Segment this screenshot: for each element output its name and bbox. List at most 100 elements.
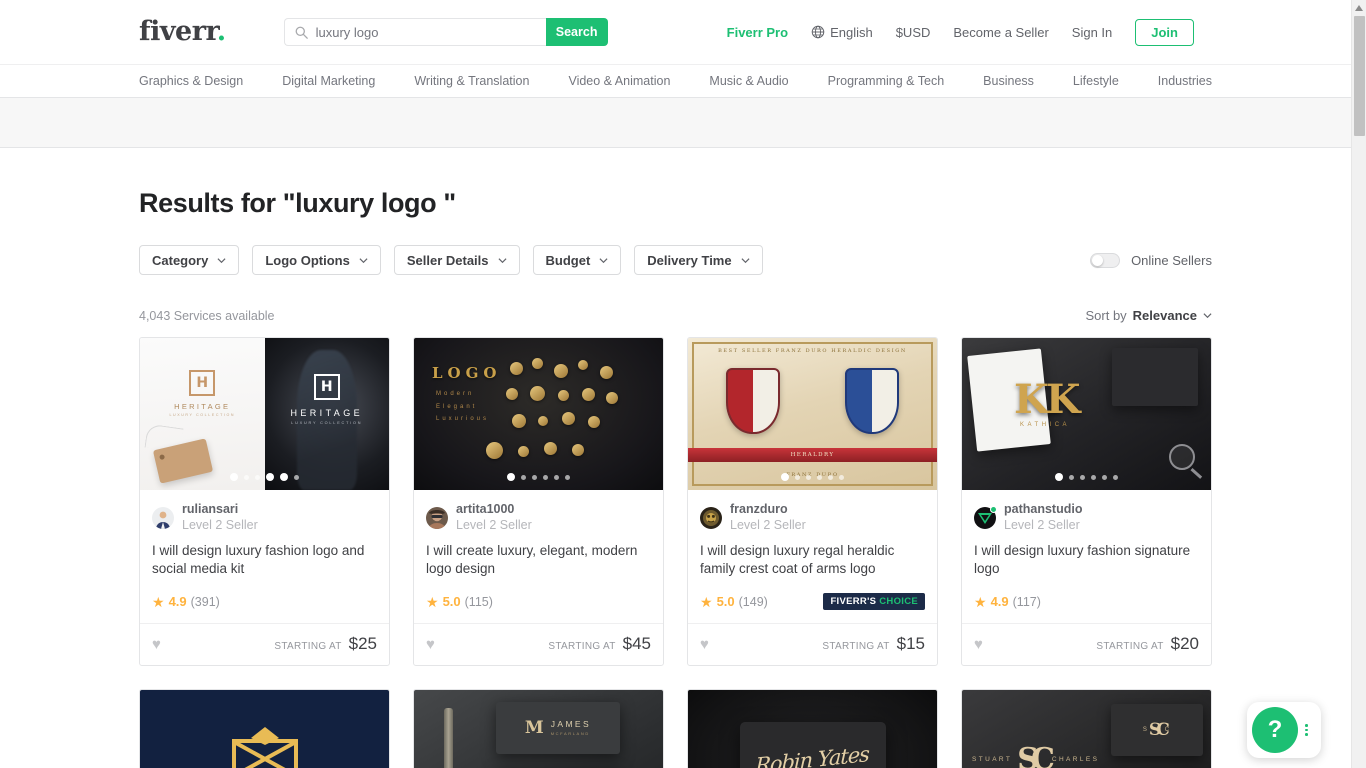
gig-thumbnail[interactable]: Robin Yates GALLERIA <box>688 689 937 768</box>
filter-logo-options[interactable]: Logo Options <box>252 245 381 275</box>
catnav-item-graphics-design[interactable]: Graphics & Design <box>139 74 243 88</box>
carousel-dot[interactable] <box>507 473 515 481</box>
carousel-dot[interactable] <box>294 474 299 480</box>
carousel-dot[interactable] <box>1113 474 1118 480</box>
help-widget: ? <box>1247 702 1321 758</box>
artwork-logo-word: LOGO <box>432 364 502 382</box>
nav-language[interactable]: English <box>811 25 873 40</box>
chevron-down-icon <box>741 257 750 263</box>
scrollbar-thumb[interactable] <box>1354 16 1365 136</box>
catnav-item-video-animation[interactable]: Video & Animation <box>568 74 670 88</box>
carousel-dot[interactable] <box>1102 474 1107 480</box>
carousel-dots[interactable] <box>688 473 937 481</box>
carousel-dot[interactable] <box>280 473 288 481</box>
carousel-dot[interactable] <box>1055 473 1063 481</box>
gig-title[interactable]: I will design luxury fashion logo and so… <box>152 542 377 578</box>
star-icon: ★ <box>700 593 713 610</box>
filter-delivery-time-label: Delivery Time <box>647 252 732 268</box>
catnav-item-lifestyle[interactable]: Lifestyle <box>1073 74 1119 88</box>
carousel-dot[interactable] <box>565 474 570 480</box>
seller-info[interactable]: pathanstudio Level 2 Seller <box>974 502 1199 533</box>
filter-seller-details[interactable]: Seller Details <box>393 245 520 275</box>
carousel-dot[interactable] <box>781 473 789 481</box>
gig-price-group: STARTING AT $20 <box>1096 634 1199 654</box>
gig-thumbnail[interactable]: MIRAGE <box>140 689 389 768</box>
gig-thumbnail[interactable]: BEST SELLER FRANZ DURO HERALDIC DESIGN H… <box>688 338 937 490</box>
carousel-dot[interactable] <box>244 474 249 480</box>
gig-card[interactable]: M JAMES MCFARLAND M <box>413 688 664 768</box>
gig-thumbnail[interactable]: H HERITAGE LUXURY COLLECTION H HERITAGE … <box>140 338 389 490</box>
carousel-dot[interactable] <box>543 474 548 480</box>
catnav-item-industries[interactable]: Industries <box>1158 74 1212 88</box>
gig-card[interactable]: KK KATHICA pathanstudio Level 2 Seller I… <box>961 337 1212 666</box>
gig-thumbnail[interactable]: STUART SC CHARLES S SC C SC <box>962 689 1211 768</box>
carousel-dots[interactable] <box>962 473 1211 481</box>
nav-fiverr-pro[interactable]: Fiverr Pro <box>727 25 788 40</box>
carousel-dots[interactable] <box>140 473 389 481</box>
nav-currency[interactable]: $USD <box>896 25 931 40</box>
favorite-heart-icon[interactable]: ♥ <box>700 637 709 652</box>
gig-footer: ♥ STARTING AT $20 <box>962 622 1211 665</box>
seller-info[interactable]: ruliansari Level 2 Seller <box>152 502 377 533</box>
artwork-brand-name: HERITAGE <box>290 408 364 418</box>
carousel-dot[interactable] <box>828 474 833 480</box>
carousel-dot[interactable] <box>521 474 526 480</box>
catnav-item-digital-marketing[interactable]: Digital Marketing <box>282 74 375 88</box>
mirage-monogram-icon <box>226 725 304 768</box>
carousel-dot[interactable] <box>554 474 559 480</box>
sort-control[interactable]: Sort by Relevance <box>1085 308 1212 323</box>
page-scrollbar[interactable] <box>1351 0 1366 768</box>
carousel-dot[interactable] <box>230 473 238 481</box>
join-button[interactable]: Join <box>1135 18 1194 46</box>
gig-card[interactable]: H HERITAGE LUXURY COLLECTION H HERITAGE … <box>139 337 390 666</box>
gig-footer: ♥ STARTING AT $25 <box>140 622 389 665</box>
search-button[interactable]: Search <box>545 18 608 46</box>
filter-budget[interactable]: Budget <box>532 245 622 275</box>
gig-thumbnail[interactable]: KK KATHICA <box>962 338 1211 490</box>
search-box[interactable] <box>283 18 546 46</box>
catnav-item-writing-translation[interactable]: Writing & Translation <box>414 74 529 88</box>
favorite-heart-icon[interactable]: ♥ <box>974 637 983 652</box>
gig-title[interactable]: I will design luxury fashion signature l… <box>974 542 1199 578</box>
carousel-dot[interactable] <box>255 474 260 480</box>
favorite-heart-icon[interactable]: ♥ <box>426 637 435 652</box>
carousel-dot[interactable] <box>839 474 844 480</box>
catnav-item-business[interactable]: Business <box>983 74 1034 88</box>
seller-info[interactable]: franzduro Level 2 Seller <box>700 502 925 533</box>
carousel-dot[interactable] <box>1069 474 1074 480</box>
help-drag-handle[interactable] <box>1305 724 1308 736</box>
gig-title[interactable]: I will create luxury, elegant, modern lo… <box>426 542 651 578</box>
carousel-dot[interactable] <box>1080 474 1085 480</box>
gig-card[interactable]: Robin Yates GALLERIA <box>687 688 938 768</box>
carousel-dot[interactable] <box>817 474 822 480</box>
gig-card[interactable]: LOGO Modern Elegant Luxurious artita1000… <box>413 337 664 666</box>
gig-card[interactable]: STUART SC CHARLES S SC C SC <box>961 688 1212 768</box>
gig-card[interactable]: MIRAGE <box>139 688 390 768</box>
seller-info[interactable]: artita1000 Level 2 Seller <box>426 502 651 533</box>
carousel-dot[interactable] <box>1091 474 1096 480</box>
search-input[interactable] <box>315 24 536 40</box>
gig-card[interactable]: BEST SELLER FRANZ DURO HERALDIC DESIGN H… <box>687 337 938 666</box>
filter-category[interactable]: Category <box>139 245 240 275</box>
catnav-item-music-audio[interactable]: Music & Audio <box>709 74 788 88</box>
carousel-dot[interactable] <box>795 474 800 480</box>
carousel-dot[interactable] <box>532 474 537 480</box>
gig-title[interactable]: I will design luxury regal heraldic fami… <box>700 542 925 578</box>
carousel-dot[interactable] <box>266 473 274 481</box>
favorite-heart-icon[interactable]: ♥ <box>152 637 161 652</box>
fiverr-logo[interactable]: fiverr. <box>139 18 226 45</box>
nav-sign-in[interactable]: Sign In <box>1072 25 1112 40</box>
catnav-item-programming-tech[interactable]: Programming & Tech <box>828 74 945 88</box>
fiverrs-choice-badge: FIVERR'S CHOICE <box>823 593 925 611</box>
carousel-dots[interactable] <box>414 473 663 481</box>
help-button[interactable]: ? <box>1252 707 1298 753</box>
gig-thumbnail[interactable]: LOGO Modern Elegant Luxurious <box>414 338 663 490</box>
scroll-up-arrow-icon[interactable] <box>1352 0 1366 15</box>
filter-delivery-time[interactable]: Delivery Time <box>634 245 763 275</box>
gig-thumbnail[interactable]: M JAMES MCFARLAND M <box>414 689 663 768</box>
online-sellers-switch[interactable] <box>1090 252 1121 268</box>
avatar-crest-icon <box>700 506 722 529</box>
carousel-dot[interactable] <box>806 474 811 480</box>
nav-become-a-seller[interactable]: Become a Seller <box>953 25 1048 40</box>
gig-price-group: STARTING AT $45 <box>548 634 651 654</box>
